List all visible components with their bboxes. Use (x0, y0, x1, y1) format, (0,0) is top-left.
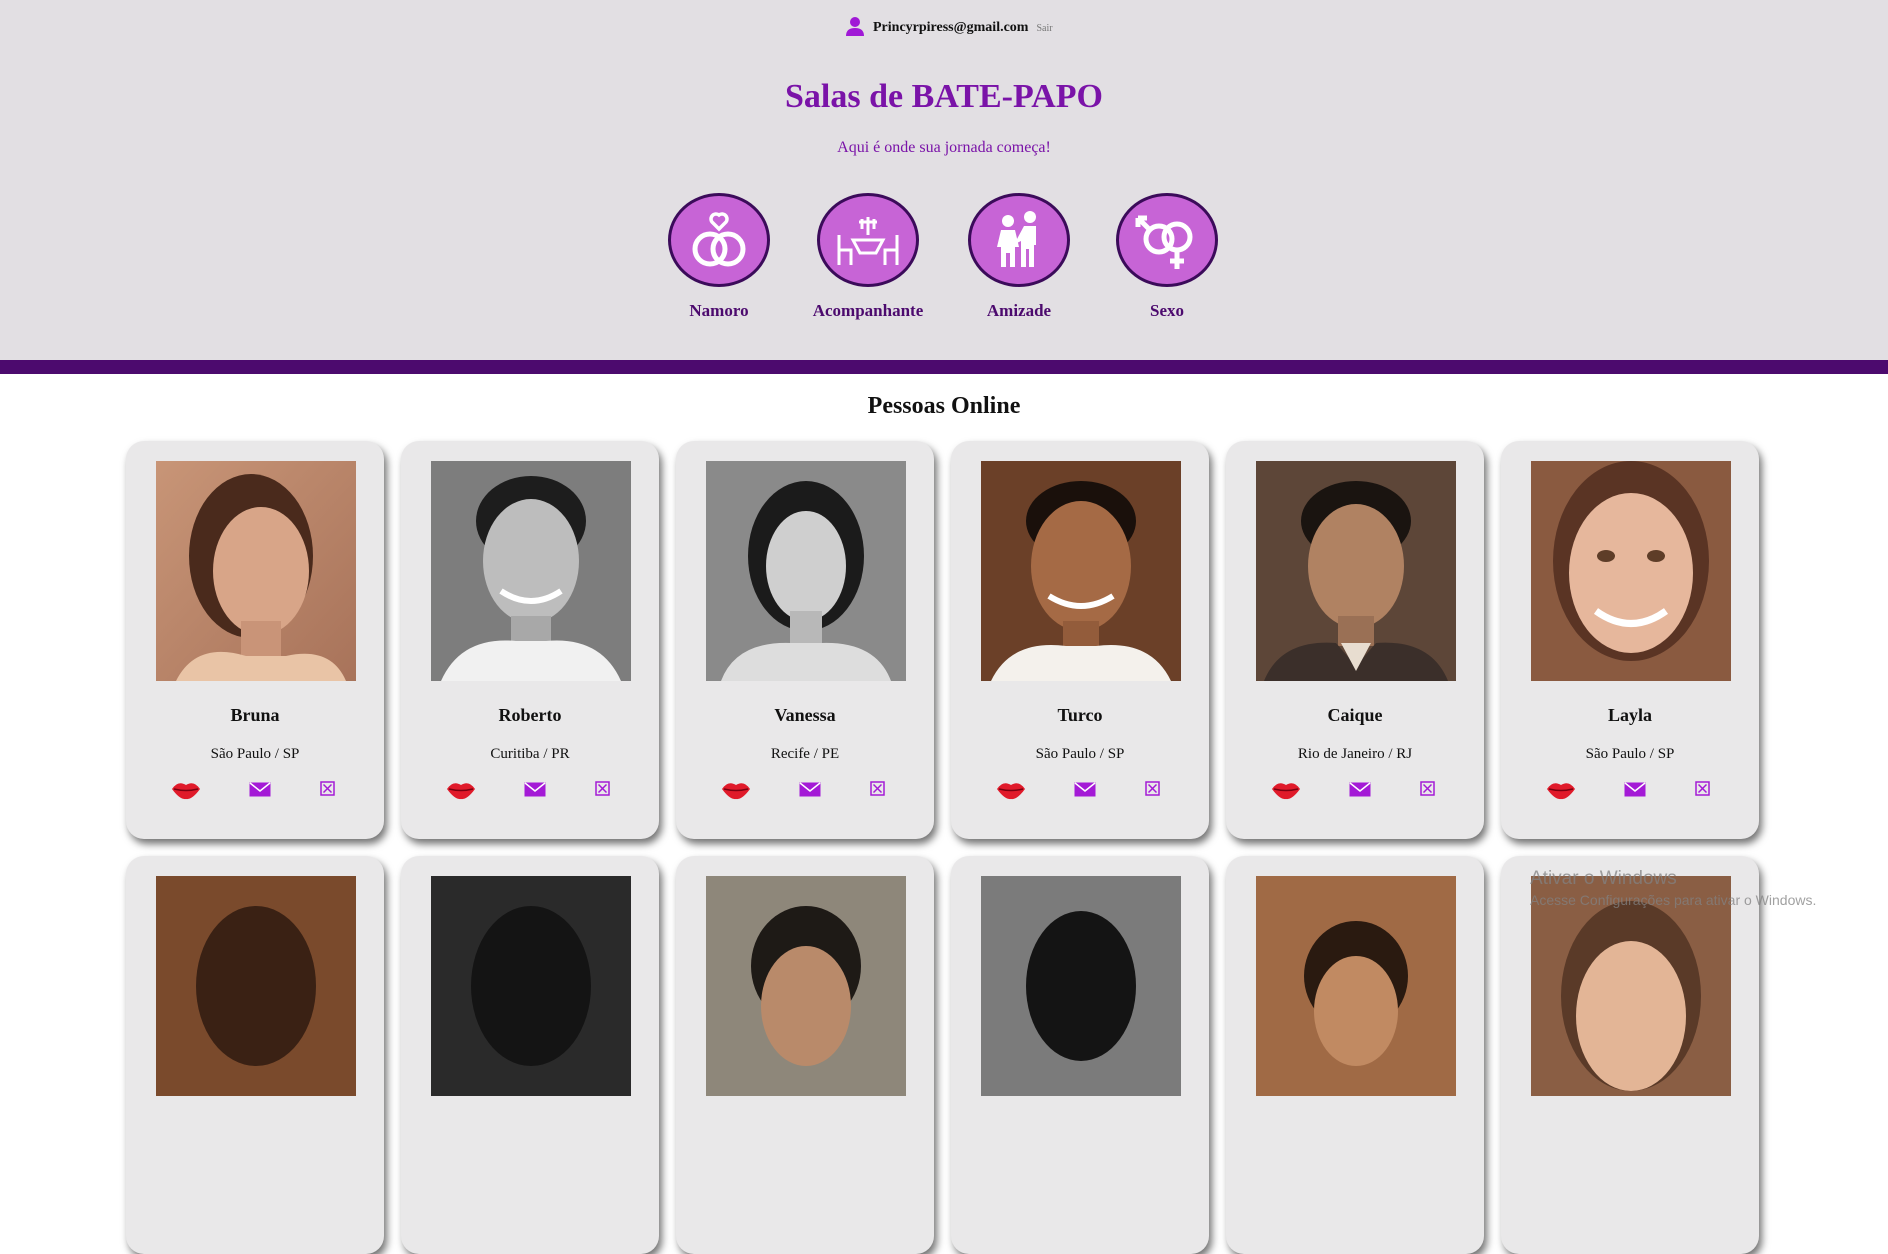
profile-name: Roberto (498, 705, 562, 725)
profile-name: Caique (1327, 705, 1383, 725)
profile-photo[interactable] (1256, 461, 1456, 681)
envelope-icon[interactable] (799, 782, 821, 802)
room-amizade[interactable]: Amizade (959, 193, 1079, 321)
user-bar: Princyrpiress@gmail.com Sair (845, 16, 1053, 41)
profile-photo[interactable] (1531, 461, 1731, 681)
profile-photo[interactable] (706, 876, 906, 1096)
profile-city: São Paulo / SP (1035, 746, 1125, 762)
lips-icon[interactable] (445, 779, 477, 806)
profile-card[interactable]: Caique Rio de Janeiro / RJ (1226, 441, 1484, 839)
user-email: Princyrpiress@gmail.com (873, 20, 1029, 35)
profile-name: Bruna (230, 705, 280, 725)
lips-icon[interactable] (1270, 779, 1302, 806)
profile-name: Vanessa (774, 705, 836, 725)
profile-card[interactable] (1226, 856, 1484, 1254)
close-box-icon[interactable] (1420, 781, 1435, 801)
header: Princyrpiress@gmail.com Sair Salas de BA… (0, 0, 1888, 360)
profile-card[interactable]: Bruna São Paulo / SP (126, 441, 384, 839)
logout-link[interactable]: Sair (1036, 23, 1052, 34)
profile-card[interactable]: Turco São Paulo / SP (951, 441, 1209, 839)
profile-name: Turco (1057, 705, 1103, 725)
close-box-icon[interactable] (1695, 781, 1710, 801)
profile-card[interactable] (951, 856, 1209, 1254)
close-box-icon[interactable] (320, 781, 335, 801)
lips-icon[interactable] (170, 779, 202, 806)
header-divider (0, 360, 1888, 374)
windows-activation-watermark: Ativar o Windows Acesse Configurações pa… (1530, 868, 1816, 908)
watermark-title: Ativar o Windows (1530, 868, 1677, 889)
profile-photo[interactable] (431, 876, 631, 1096)
envelope-icon[interactable] (1624, 782, 1646, 802)
profile-card[interactable] (676, 856, 934, 1254)
profile-card[interactable] (1501, 856, 1759, 1254)
room-namoro[interactable]: Namoro (659, 193, 779, 321)
handshake-people-icon (968, 193, 1070, 287)
profile-actions (720, 779, 900, 803)
profile-city: Curitiba / PR (490, 746, 570, 762)
close-box-icon[interactable] (870, 781, 885, 801)
profile-city: Recife / PE (770, 746, 840, 762)
lips-icon[interactable] (995, 779, 1027, 806)
profile-photo[interactable] (981, 461, 1181, 681)
profile-actions (1270, 779, 1450, 803)
room-label: Amizade (986, 301, 1052, 320)
lips-icon[interactable] (1545, 779, 1577, 806)
profile-photo[interactable] (156, 876, 356, 1096)
room-sexo[interactable]: Sexo (1107, 193, 1227, 321)
close-box-icon[interactable] (1145, 781, 1160, 801)
profile-card[interactable]: Layla São Paulo / SP (1501, 441, 1759, 839)
profile-name: Layla (1607, 705, 1652, 725)
room-label: Sexo (1150, 301, 1184, 320)
profile-actions (1545, 779, 1725, 803)
profile-card[interactable] (126, 856, 384, 1254)
profile-photo[interactable] (1256, 876, 1456, 1096)
watermark-text: Acesse Configurações para ativar o Windo… (1530, 892, 1817, 908)
profile-actions (995, 779, 1175, 803)
gender-symbols-icon (1116, 193, 1218, 287)
profile-city: Rio de Janeiro / RJ (1297, 746, 1413, 762)
envelope-icon[interactable] (1349, 782, 1371, 802)
profile-actions (445, 779, 625, 803)
dinner-table-icon (817, 193, 919, 287)
profile-city: São Paulo / SP (210, 746, 300, 762)
close-box-icon[interactable] (595, 781, 610, 801)
profile-card[interactable]: Vanessa Recife / PE (676, 441, 934, 839)
envelope-icon[interactable] (1074, 782, 1096, 802)
profile-city: São Paulo / SP (1585, 746, 1675, 762)
page-title: Salas de BATE-PAPO (785, 78, 1103, 115)
profile-photo[interactable] (1531, 876, 1731, 1096)
page-subtitle: Aqui é onde sua jornada começa! (837, 139, 1051, 156)
profile-photo[interactable] (981, 876, 1181, 1096)
online-section-title: Pessoas Online (867, 393, 1021, 419)
profile-actions (170, 779, 350, 803)
user-icon (845, 16, 865, 41)
room-label: Namoro (689, 301, 749, 320)
envelope-icon[interactable] (524, 782, 546, 802)
profile-photo[interactable] (431, 461, 631, 681)
rings-heart-icon (668, 193, 770, 287)
lips-icon[interactable] (720, 779, 752, 806)
profile-photo[interactable] (706, 461, 906, 681)
profile-card[interactable] (401, 856, 659, 1254)
envelope-icon[interactable] (249, 782, 271, 802)
profile-photo[interactable] (156, 461, 356, 681)
room-acompanhante[interactable]: Acompanhante (808, 193, 928, 321)
profile-card[interactable]: Roberto Curitiba / PR (401, 441, 659, 839)
room-label: Acompanhante (812, 301, 924, 320)
